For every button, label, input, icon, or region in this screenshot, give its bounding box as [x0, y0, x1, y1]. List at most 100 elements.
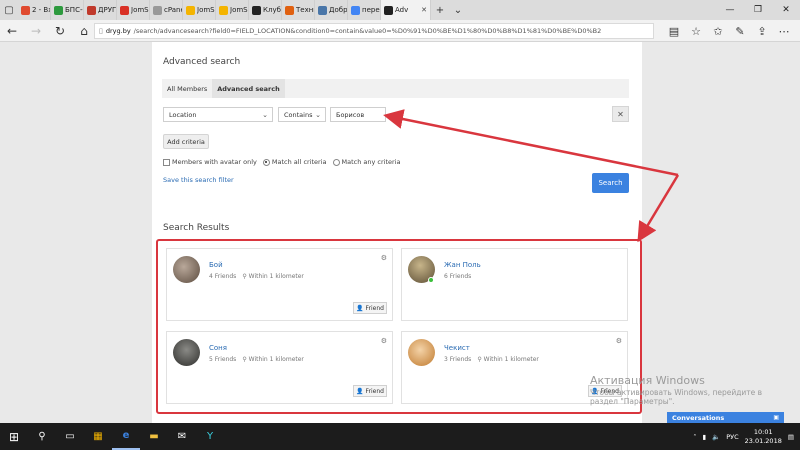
google-icon — [351, 5, 360, 15]
conversations-bar[interactable]: Conversations ▣ — [667, 412, 784, 423]
tab-label: cPanel > — [164, 6, 182, 14]
minimize-icon[interactable]: — — [716, 0, 744, 20]
activation-title: Активация Windows — [590, 374, 705, 387]
reading-view-icon[interactable]: ▤ — [664, 20, 684, 42]
close-window-icon[interactable]: ✕ — [772, 0, 800, 20]
close-tab-icon[interactable]: ✕ — [421, 6, 427, 14]
browser-tab[interactable]: Добро п — [315, 0, 348, 20]
language-indicator[interactable]: РУС — [726, 433, 738, 441]
puzzle-icon — [87, 5, 96, 15]
store-icon[interactable]: ▦ — [84, 423, 112, 450]
distance-wrap: ⚲ Within 1 kilometer — [242, 273, 304, 280]
chrome-icon — [219, 5, 228, 15]
tab-label: JomSoci — [131, 6, 149, 14]
avatar[interactable] — [173, 256, 200, 283]
distance: Within 1 kilometer — [483, 356, 539, 363]
page-icon: ▯ — [99, 27, 103, 35]
mail-icon — [21, 5, 30, 15]
user-icon: 👤 — [356, 304, 364, 312]
avatar[interactable] — [173, 339, 200, 366]
system-tray: ˄ ▮ 🔈 РУС 10:01 23.01.2018 ▤ — [693, 423, 800, 450]
task-view-icon[interactable]: ▭ — [56, 423, 84, 450]
app-icon[interactable]: Y — [196, 423, 224, 450]
browser-tab[interactable]: JomSoci — [183, 0, 216, 20]
browser-tab[interactable]: 2 - Вход — [18, 0, 51, 20]
browser-tab[interactable]: БПС-Сб — [51, 0, 84, 20]
tab-label: Добро п — [329, 6, 347, 14]
tech-icon — [285, 5, 294, 15]
notes-icon[interactable]: ✎ — [730, 20, 750, 42]
tray-expand-icon[interactable]: ˄ — [693, 433, 696, 441]
browser-tab[interactable]: Клуб ДГ — [249, 0, 282, 20]
edge-browser-icon[interactable]: e — [112, 423, 140, 450]
d-icon — [384, 5, 393, 15]
gear-icon[interactable]: ⚙ — [381, 254, 387, 262]
add-friend-button[interactable]: 👤 Friend — [353, 302, 387, 314]
home-icon[interactable]: ⌂ — [72, 20, 96, 42]
toolbar-right: ▤ ☆ ✩ ✎ ⇪ ⋯ — [664, 20, 794, 42]
member-name[interactable]: Чекист — [444, 344, 470, 352]
browser-tab[interactable]: ДРУГ - l — [84, 0, 117, 20]
restore-icon[interactable]: ❐ — [744, 0, 772, 20]
tab-label: JomSoci — [197, 6, 215, 14]
favorites-hub-icon[interactable]: ✩ — [708, 20, 728, 42]
windows-taskbar: ⊞ ⚲ ▭ ▦ e ▬ ✉ Y ˄ ▮ 🔈 РУС 10:01 23.01.20… — [0, 423, 800, 450]
clock-time: 10:01 — [753, 428, 773, 437]
member-meta: 3 Friends ⚲ Within 1 kilometer — [444, 356, 539, 363]
tab-label: Клуб ДГ — [263, 6, 281, 14]
clock[interactable]: 10:01 23.01.2018 — [745, 428, 782, 445]
member-name[interactable]: Жан Поль — [444, 261, 481, 269]
mail-icon[interactable]: ✉ — [168, 423, 196, 450]
member-name[interactable]: Соня — [209, 344, 227, 352]
window-icon[interactable]: ▣ — [773, 414, 779, 421]
browser-tab[interactable]: JomSoci — [216, 0, 249, 20]
forward-icon[interactable]: → — [24, 20, 48, 42]
file-explorer-icon[interactable]: ▬ — [140, 423, 168, 450]
gear-icon[interactable]: ⚙ — [616, 337, 622, 345]
notifications-icon[interactable]: ▤ — [788, 433, 794, 441]
member-meta: 5 Friends ⚲ Within 1 kilometer — [209, 356, 304, 363]
browser-tab[interactable]: перевод — [348, 0, 381, 20]
distance-wrap: ⚲ Within 1 kilometer — [477, 356, 539, 363]
tab-label: Техниче — [296, 6, 314, 14]
browser-tab-strip: ▢ 2 - Вход БПС-Сб ДРУГ - l JomSoci cPanel > J… — [0, 0, 800, 20]
tab-label: 2 - Вход — [32, 6, 50, 14]
member-meta: 6 Friends — [444, 273, 471, 280]
address-bar[interactable]: ▯ dryg.by/search/advancesearch?field0=FI… — [94, 23, 654, 39]
browser-tab[interactable]: Adv ✕ — [381, 0, 431, 20]
avatar[interactable] — [408, 339, 435, 366]
volume-icon[interactable]: 🔈 — [712, 433, 720, 441]
online-indicator — [428, 277, 434, 283]
back-icon[interactable]: ← — [0, 20, 24, 42]
member-card[interactable]: Соня 5 Friends ⚲ Within 1 kilometer ⚙ 👤 F… — [166, 331, 393, 404]
tab-label: JomSoci — [230, 6, 248, 14]
url-path: /search/advancesearch?field0=FIELD_LOCAT… — [133, 27, 602, 35]
vk-icon — [318, 5, 327, 15]
location-pin-icon: ⚲ — [242, 356, 247, 363]
new-tab-icon[interactable]: + — [431, 0, 449, 20]
share-icon[interactable]: ⇪ — [752, 20, 772, 42]
tab-list-icon[interactable]: ▢ — [0, 0, 18, 20]
browser-tab[interactable]: Техниче — [282, 0, 315, 20]
activation-line-2: раздел "Параметры". — [590, 397, 675, 407]
member-card[interactable]: Жан Поль 6 Friends — [401, 248, 628, 321]
tab-label: Adv — [395, 6, 409, 14]
gear-icon[interactable]: ⚙ — [381, 337, 387, 345]
refresh-icon[interactable]: ↻ — [48, 20, 72, 42]
distance: Within 1 kilometer — [248, 273, 304, 280]
network-icon[interactable]: ▮ — [703, 433, 707, 441]
browser-tab[interactable]: JomSoci — [117, 0, 150, 20]
member-name[interactable]: Бой — [209, 261, 223, 269]
add-friend-button[interactable]: 👤 Friend — [353, 385, 387, 397]
browser-tab[interactable]: cPanel > — [150, 0, 183, 20]
more-icon[interactable]: ⋯ — [774, 20, 794, 42]
start-windows-icon[interactable]: ⊞ — [0, 423, 28, 450]
location-pin-icon: ⚲ — [242, 273, 247, 280]
member-card[interactable]: Бой 4 Friends ⚲ Within 1 kilometer ⚙ 👤 Fr… — [166, 248, 393, 321]
tab-dropdown-icon[interactable]: ⌄ — [449, 0, 467, 20]
search-icon[interactable]: ⚲ — [28, 423, 56, 450]
conversations-label: Conversations — [672, 413, 725, 422]
gmail-icon — [120, 5, 129, 15]
favorite-star-icon[interactable]: ☆ — [686, 20, 706, 42]
activation-line-1: Чтобы активировать Windows, перейдите в — [590, 387, 763, 397]
